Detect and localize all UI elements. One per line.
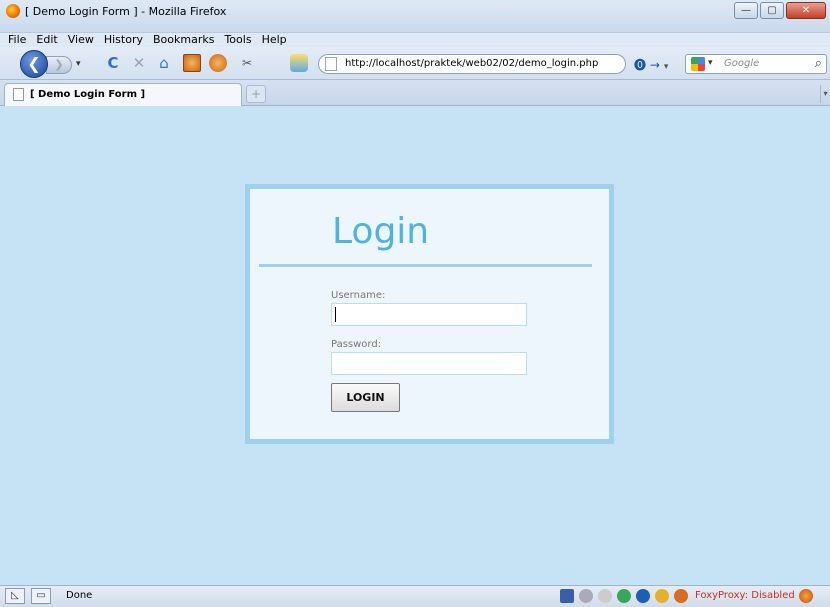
status-addon-icons [560,589,688,603]
addon-icon[interactable] [598,589,612,603]
search-input[interactable]: Google [724,58,759,69]
menu-history[interactable]: History [99,33,148,47]
window-title: [ Demo Login Form ] - Mozilla Firefox [25,5,227,18]
forward-button[interactable]: ❯ [46,56,72,74]
window-controls: — ▢ ✕ [734,2,826,19]
addon-icon[interactable] [209,54,227,72]
tab-strip: [ Demo Login Form ] + ▾ [0,80,830,106]
page-content: Login Username: Password: LOGIN [0,106,830,585]
addon-icon[interactable] [674,589,688,603]
menu-help[interactable]: Help [257,33,292,47]
page-icon [325,57,337,71]
search-bar[interactable]: ▾ Google ⌕ [685,54,827,74]
google-icon[interactable] [691,57,705,71]
firefox-icon [6,4,20,18]
username-label: Username: [331,290,386,301]
password-input[interactable] [331,352,527,375]
login-title: Login [332,211,430,252]
tab-demo-login[interactable]: [ Demo Login Form ] [4,83,242,106]
weather-icon[interactable] [290,54,308,72]
stop-icon[interactable]: ✕ [130,54,148,72]
page-icon [13,88,24,101]
firebug-icon[interactable] [579,589,593,603]
password-label: Password: [331,339,382,350]
go-icon[interactable]: ⓿ → [634,58,660,72]
navigation-toolbar: ❯ ❮ ▾ C ✕ ⌂ ✂ http://localhost/praktek/w… [0,47,830,80]
tool-icon[interactable]: ✂ [238,54,256,72]
address-bar[interactable]: http://localhost/praktek/web02/02/demo_l… [318,54,626,74]
url-text[interactable]: http://localhost/praktek/web02/02/demo_l… [345,58,598,69]
status-text: Done [66,590,93,601]
tab-label: [ Demo Login Form ] [30,89,146,100]
addon-icon[interactable] [560,589,574,603]
check-icon[interactable] [617,589,631,603]
minimize-button[interactable]: — [734,2,758,19]
addon-icon[interactable] [636,589,650,603]
reload-icon[interactable]: C [104,54,122,72]
url-dropdown-icon[interactable]: ▾ [664,62,669,72]
foxyproxy-status[interactable]: FoxyProxy: Disabled [695,590,795,601]
menu-bar: File Edit View History Bookmarks Tools H… [0,33,830,47]
back-button[interactable]: ❮ [20,50,48,78]
search-engine-dropdown-icon[interactable]: ▾ [708,58,713,68]
addon-icon[interactable] [655,589,669,603]
status-tool-button[interactable]: ◺ [5,588,25,604]
text-caret [335,307,336,322]
menu-bookmarks[interactable]: Bookmarks [148,33,219,47]
search-icon[interactable]: ⌕ [815,56,822,71]
status-panel-button[interactable]: ▭ [31,588,51,604]
maximize-button[interactable]: ▢ [760,2,784,19]
login-button[interactable]: LOGIN [331,383,400,412]
home-icon[interactable]: ⌂ [155,54,173,72]
close-button[interactable]: ✕ [786,2,826,19]
username-input[interactable] [331,303,527,326]
menu-file[interactable]: File [3,33,31,47]
new-tab-button[interactable]: + [246,85,266,103]
login-card: Login Username: Password: LOGIN [245,184,614,444]
go-button[interactable]: ⓿ → ▾ [634,56,668,73]
status-bar: ◺ ▭ Done FoxyProxy: Disabled [0,585,830,607]
history-dropdown-icon[interactable]: ▾ [76,59,81,69]
menu-tools[interactable]: Tools [219,33,256,47]
title-bar: [ Demo Login Form ] - Mozilla Firefox — … [0,0,830,33]
menu-view[interactable]: View [63,33,99,47]
tab-list-dropdown-icon[interactable]: ▾ [820,85,830,103]
extension-icon[interactable] [183,54,201,72]
menu-edit[interactable]: Edit [31,33,62,47]
title-divider [259,264,592,267]
foxyproxy-icon[interactable] [799,589,813,603]
